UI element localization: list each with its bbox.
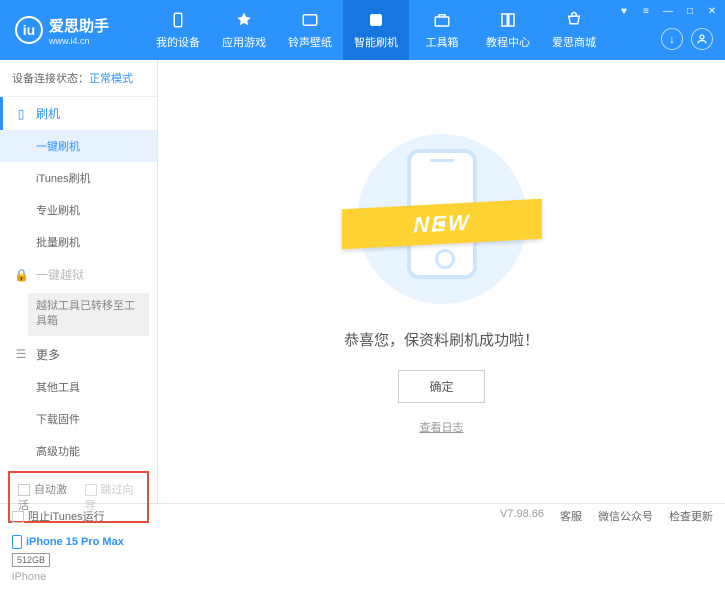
close-icon[interactable]: ✕ xyxy=(705,4,719,18)
device-name[interactable]: iPhone 15 Pro Max xyxy=(12,535,145,549)
footer-support[interactable]: 客服 xyxy=(560,508,582,524)
nav-apps[interactable]: 应用游戏 xyxy=(211,0,277,60)
maximize-icon[interactable]: □ xyxy=(683,4,697,18)
sidebar-item-batch[interactable]: 批量刷机 xyxy=(0,226,157,258)
menu2-icon[interactable]: ≡ xyxy=(639,4,653,18)
checkbox-block-itunes[interactable]: 阻止iTunes运行 xyxy=(12,508,105,524)
nav-mall[interactable]: 爱思商城 xyxy=(541,0,607,60)
nav-ringtones[interactable]: 铃声壁纸 xyxy=(277,0,343,60)
phone-small-icon xyxy=(12,535,22,549)
nav-tutorials[interactable]: 教程中心 xyxy=(475,0,541,60)
menu-icon[interactable]: ♥ xyxy=(617,4,631,18)
phone-icon: ▯ xyxy=(14,107,28,121)
logo-subtitle: www.i4.cn xyxy=(49,36,109,46)
sidebar-item-advanced[interactable]: 高级功能 xyxy=(0,435,157,467)
top-nav: 我的设备 应用游戏 铃声壁纸 智能刷机 工具箱 教程中心 爱思商城 xyxy=(145,0,607,60)
flash-icon xyxy=(366,10,386,30)
logo-area: iu 爱思助手 www.i4.cn xyxy=(0,15,145,46)
sidebar-item-other[interactable]: 其他工具 xyxy=(0,371,157,403)
sidebar-item-firmware[interactable]: 下载固件 xyxy=(0,403,157,435)
sidebar-section-jailbreak[interactable]: 🔒一键越狱 xyxy=(0,258,157,291)
cart-icon xyxy=(564,10,584,30)
user-button[interactable] xyxy=(691,28,713,50)
success-illustration: NEW xyxy=(352,129,532,309)
nav-toolbox[interactable]: 工具箱 xyxy=(409,0,475,60)
book-icon xyxy=(498,10,518,30)
logo-icon: iu xyxy=(15,16,43,44)
app-header: iu 爱思助手 www.i4.cn 我的设备 应用游戏 铃声壁纸 智能刷机 工具… xyxy=(0,0,725,60)
minimize-icon[interactable]: — xyxy=(661,4,675,18)
view-log-link[interactable]: 查看日志 xyxy=(420,419,464,435)
toolbox-icon xyxy=(432,10,452,30)
download-button[interactable]: ↓ xyxy=(661,28,683,50)
image-icon xyxy=(300,10,320,30)
window-controls: ♥ ≡ — □ ✕ xyxy=(617,4,719,18)
sidebar-item-itunes[interactable]: iTunes刷机 xyxy=(0,162,157,194)
device-storage-badge: 512GB xyxy=(12,553,50,567)
sidebar-jailbreak-note: 越狱工具已转移至工具箱 xyxy=(28,293,149,336)
footer-wechat[interactable]: 微信公众号 xyxy=(598,508,653,524)
sidebar-section-more[interactable]: ☰更多 xyxy=(0,338,157,371)
footer-update[interactable]: 检查更新 xyxy=(669,508,713,524)
sidebar-section-flash[interactable]: ▯刷机 xyxy=(0,97,157,130)
apps-icon xyxy=(234,10,254,30)
device-type: iPhone xyxy=(12,571,145,583)
success-message: 恭喜您，保资料刷机成功啦！ xyxy=(344,329,539,350)
device-icon xyxy=(168,10,188,30)
ok-button[interactable]: 确定 xyxy=(398,370,484,403)
device-status: 设备连接状态：正常模式 xyxy=(0,60,157,97)
sidebar-item-oneclick[interactable]: 一键刷机 xyxy=(0,130,157,162)
list-icon: ☰ xyxy=(14,347,28,361)
device-info: iPhone 15 Pro Max 512GB iPhone xyxy=(0,527,157,591)
sidebar: 设备连接状态：正常模式 ▯刷机 一键刷机 iTunes刷机 专业刷机 批量刷机 … xyxy=(0,60,158,503)
nav-flash[interactable]: 智能刷机 xyxy=(343,0,409,60)
sidebar-item-pro[interactable]: 专业刷机 xyxy=(0,194,157,226)
logo-title: 爱思助手 xyxy=(49,15,109,36)
version-label: V7.98.66 xyxy=(500,508,544,524)
main-content: NEW 恭喜您，保资料刷机成功啦！ 确定 查看日志 xyxy=(158,60,725,503)
lock-icon: 🔒 xyxy=(14,268,28,282)
nav-my-device[interactable]: 我的设备 xyxy=(145,0,211,60)
